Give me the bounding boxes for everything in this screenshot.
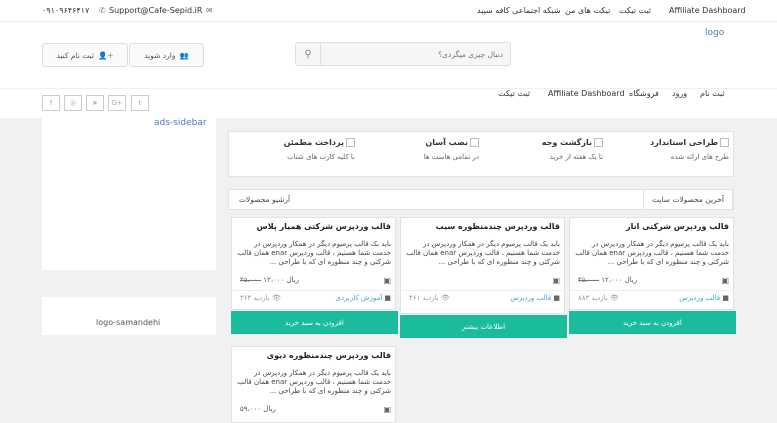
search-box: ⚲ — [295, 42, 511, 66]
feature-title: طراحی استاندارد — [650, 138, 718, 147]
folder-icon: ■ — [722, 294, 729, 302]
nav-shop[interactable]: فروشگاه — [629, 89, 659, 98]
tab-latest-products[interactable]: آخرین محصولات سایت — [642, 190, 733, 209]
add-to-cart-button[interactable]: افزودن به سبد خرید — [231, 311, 398, 334]
product-tabs: آخرین محصولات سایت آرشیو محصولات — [228, 189, 734, 210]
sidebar-ad-box: ads-sidebar — [42, 118, 216, 270]
nav-submit-ticket[interactable]: ثبت تیکت — [498, 89, 530, 98]
feature-icon — [470, 138, 479, 147]
price-tag-icon: ▣ — [383, 405, 391, 414]
sidebar-logo-box: logo-samandehi — [42, 297, 216, 335]
main-nav: ثبت نام ورود فروشگاه Affiliate Dashboard… — [0, 88, 777, 118]
affiliate-link[interactable]: Affiliate Dashboard — [669, 6, 746, 15]
feature-icon — [346, 138, 355, 147]
feature-item: پرداخت مطمئن با کلیه کارت های شتاب — [284, 138, 355, 161]
instagram-icon[interactable]: ◎ — [64, 95, 82, 111]
product-card: قالب وردپرس چندمنظوره دیوی باید یک قالب … — [231, 346, 396, 423]
product-category[interactable]: ■ قالب وردپرس — [679, 294, 729, 302]
feature-item: نصب آسان در تمامی هاست ها — [424, 138, 479, 161]
tab-product-archive[interactable]: آرشیو محصولات — [231, 190, 298, 209]
add-user-icon: 👤+ — [97, 50, 114, 60]
product-price-current: ریال ۱۲،۰۰۰ — [601, 276, 638, 284]
eye-icon: 👁 — [609, 294, 619, 302]
product-price: ریال ۱۲،۰۰۰ ۴۵،۰۰۰ — [240, 276, 299, 284]
register-label: ثبت نام کنید — [56, 50, 94, 60]
product-views: ۸۸۳ بازدید 👁 — [578, 294, 619, 302]
nav-affiliate[interactable]: Affiliate Dashboard — [548, 89, 625, 98]
eye-icon: 👁 — [271, 294, 281, 302]
site-logo[interactable]: logo — [705, 28, 724, 38]
nav-register[interactable]: ثبت نام — [700, 89, 725, 98]
product-title[interactable]: قالب وردپرس شرکتی انار — [626, 222, 729, 231]
feature-title: پرداخت مطمئن — [283, 138, 344, 147]
product-title[interactable]: قالب وردپرس چندمنظوره دیوی — [267, 351, 391, 360]
feature-subtitle: طرح های ارائه شده — [670, 153, 729, 161]
support-phone: ۰۹۱۰۹۶۴۶۴۱۷ — [42, 6, 90, 15]
feature-subtitle: تا یک هفته از خرید — [549, 153, 603, 161]
site-header: logo ⚲ وارد شوید 👥 ثبت نام کنید 👤+ — [0, 22, 777, 88]
support-email[interactable]: Support@Cafe-Sepid.iR — [109, 6, 202, 15]
eye-icon: 👁 — [440, 294, 450, 302]
folder-icon: ■ — [384, 294, 391, 302]
product-views: ۴۶۱ بازدید 👁 — [409, 294, 450, 302]
product-category[interactable]: ■ قالب وردپرس — [510, 294, 560, 302]
search-button[interactable]: ⚲ — [296, 43, 321, 65]
product-price-current: ریال ۵۹،۰۰۰ — [240, 405, 276, 413]
product-price: ریال ۵۹،۰۰۰ — [240, 405, 276, 413]
nav-login[interactable]: ورود — [672, 89, 687, 98]
product-description: باید یک قالب پرمیوم دیگر در همکار وردپرس… — [237, 369, 391, 395]
login-button[interactable]: وارد شوید 👥 — [129, 43, 204, 67]
product-price-old: ۴۵،۰۰۰ — [578, 276, 600, 284]
product-category[interactable]: ■ آموزش کاربردی — [335, 294, 391, 302]
twitter-icon[interactable]: t — [131, 95, 149, 111]
product-price: ریال ۱۲،۰۰۰ ۴۵،۰۰۰ — [578, 276, 637, 284]
telegram-icon[interactable]: ➤ — [86, 95, 104, 111]
register-button[interactable]: ثبت نام کنید 👤+ — [42, 43, 128, 67]
feature-subtitle: با کلیه کارت های شتاب — [287, 153, 355, 161]
price-tag-icon: ▣ — [721, 276, 729, 285]
users-icon: 👥 — [179, 50, 189, 60]
product-card: قالب وردپرس چندمنظوره سیب باید یک قالب پ… — [400, 217, 565, 314]
phone-icon: ✆ — [99, 6, 106, 15]
more-info-button[interactable]: اطلاعات بیشتر — [400, 315, 567, 338]
product-description: باید یک قالب پرمیوم دیگر در همکار وردپرس… — [237, 240, 391, 266]
my-tickets-link[interactable]: تیکت های من — [565, 6, 610, 15]
product-title[interactable]: قالب وردپرس چندمنظوره سیب — [436, 222, 560, 231]
product-price-old: ۴۵،۰۰۰ — [240, 276, 262, 284]
feature-icon — [594, 138, 603, 147]
sidebar-ad-image[interactable]: ads-sidebar — [154, 118, 207, 128]
product-card: قالب وردپرس شرکتی انار باید یک قالب پرمی… — [569, 217, 734, 310]
feature-title: بازگشت وجه — [541, 138, 592, 147]
top-bar: Affiliate Dashboard ثبت تیکت تیکت های من… — [0, 0, 777, 22]
feature-item: بازگشت وجه تا یک هفته از خرید — [542, 138, 603, 161]
product-description: باید یک قالب پرمیوم دیگر در همکار وردپرس… — [406, 240, 560, 266]
samandehi-logo[interactable]: logo-samandehi — [96, 318, 160, 327]
social-network-link[interactable]: شبکه اجتماعی کافه سپید — [477, 6, 561, 15]
search-icon: ⚲ — [304, 48, 312, 60]
feature-item: طراحی استاندارد طرح های ارائه شده — [650, 138, 729, 161]
product-price-current: ریال ۱۲،۰۰۰ — [263, 276, 300, 284]
product-title[interactable]: قالب وردپرس شرکتی همیار پلاس — [257, 222, 391, 231]
price-tag-icon: ▣ — [552, 276, 560, 285]
envelope-icon: ✉ — [206, 6, 213, 15]
google-plus-icon[interactable]: G+ — [108, 95, 126, 111]
folder-icon: ■ — [553, 294, 560, 302]
submit-ticket-link[interactable]: ثبت تیکت — [619, 6, 651, 15]
features-bar: طراحی استاندارد طرح های ارائه شده بازگشت… — [228, 131, 734, 177]
feature-title: نصب آسان — [425, 138, 468, 147]
product-description: باید یک قالب پرمیوم دیگر در همکار وردپرس… — [575, 240, 729, 266]
product-card: قالب وردپرس شرکتی همیار پلاس باید یک قال… — [231, 217, 396, 310]
price-tag-icon: ▣ — [383, 276, 391, 285]
login-label: وارد شوید — [144, 50, 176, 60]
feature-subtitle: در تمامی هاست ها — [423, 153, 479, 161]
product-views: ۳۶۴ بازدید 👁 — [240, 294, 281, 302]
add-to-cart-button[interactable]: افزودن به سبد خرید — [569, 311, 736, 334]
facebook-icon[interactable]: f — [42, 95, 60, 111]
feature-icon — [720, 138, 729, 147]
search-input[interactable] — [321, 43, 511, 65]
